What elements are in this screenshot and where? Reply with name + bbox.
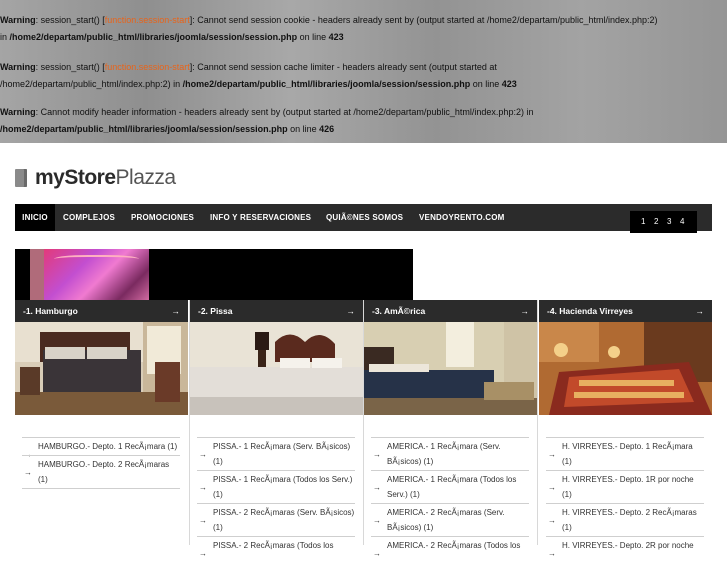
complex-column-america: -3. AmÃ©rica → → AMERICA.- 1 RecÃ¡mara (Se… [364, 300, 537, 558]
list-item[interactable]: → AMERICA.- 2 RecÃ¡maras (Todos los [371, 536, 529, 558]
nav-promociones[interactable]: PROMOCIONES [131, 204, 194, 231]
list-item[interactable]: → H. VIRREYES.- Depto. 1 RecÃ¡mara (1) [546, 437, 704, 470]
arrow-right-icon: → [520, 306, 530, 316]
function-link[interactable]: function.session-start [105, 15, 190, 25]
column-header[interactable]: -1. Hamburgo → [15, 300, 188, 322]
arrow-right-icon: → [695, 306, 705, 316]
arrow-bullet-icon: → [548, 483, 556, 492]
list-item[interactable]: → PISSA.- 2 RecÃ¡maras (Todos los [197, 536, 355, 558]
arrow-bullet-icon: → [548, 516, 556, 525]
list-item[interactable]: → PISSA.- 1 RecÃ¡mara (Serv. BÃ¡sicos) (1… [197, 437, 355, 470]
arrow-bullet-icon: → [373, 450, 381, 459]
pager-2[interactable]: 2 [654, 211, 658, 233]
column-header[interactable]: -3. AmÃ©rica → [364, 300, 537, 322]
list-item[interactable]: → AMERICA.- 2 RecÃ¡maras (Serv. BÃ¡sicos)… [371, 503, 529, 536]
room-photo [364, 322, 537, 415]
arrow-right-icon: → [346, 306, 356, 316]
room-photo [190, 322, 363, 415]
banner-strip [30, 249, 44, 300]
room-list: → H. VIRREYES.- Depto. 1 RecÃ¡mara (1) → H… [546, 437, 704, 558]
complex-column-hamburgo: -1. Hamburgo → → HAMBURGO.- Depto. 1 RecÃ¡… [15, 300, 188, 545]
slide-pager: 1 2 3 4 [630, 211, 697, 233]
site-logo[interactable]: myStore Plazza [15, 166, 176, 190]
list-item[interactable]: → H. VIRREYES.- Depto. 2 RecÃ¡maras (1) [546, 503, 704, 536]
column-divider [537, 300, 538, 545]
nav-info-reservaciones[interactable]: INFO Y RESERVACIONES [210, 204, 311, 231]
column-header[interactable]: -4. Hacienda Virreyes → [539, 300, 712, 322]
room-list: → PISSA.- 1 RecÃ¡mara (Serv. BÃ¡sicos) (1… [197, 437, 355, 558]
arrow-bullet-icon: → [199, 549, 207, 558]
room-list: → HAMBURGO.- Depto. 1 RecÃ¡mara (1) → HAMB… [22, 437, 180, 489]
nav-vendoyrento[interactable]: VENDOYRENTO.COM [419, 204, 505, 231]
list-item[interactable]: → AMERICA.- 1 RecÃ¡mara (Todos los Serv.)… [371, 470, 529, 503]
room-photo [539, 322, 712, 415]
arrow-bullet-icon: → [373, 516, 381, 525]
room-list: → AMERICA.- 1 RecÃ¡mara (Serv. BÃ¡sicos) … [371, 437, 529, 558]
php-error-block: Warning: session_start() [function.sessi… [0, 0, 727, 143]
store-bag-icon [15, 169, 27, 187]
function-link[interactable]: function.session-start [105, 62, 190, 72]
banner-slideshow[interactable] [15, 249, 413, 300]
list-item[interactable]: → PISSA.- 2 RecÃ¡maras (Serv. BÃ¡sicos) (… [197, 503, 355, 536]
pager-3[interactable]: 3 [667, 211, 671, 233]
arrow-bullet-icon: → [548, 450, 556, 459]
list-item[interactable]: → H. VIRREYES.- Depto. 2R por noche [546, 536, 704, 558]
complex-column-pissa: -2. Pissa → → PISSA.- 1 RecÃ¡mara (Serv. B… [190, 300, 363, 558]
room-photo [15, 322, 188, 415]
arrow-bullet-icon: → [373, 483, 381, 492]
nav-complejos[interactable]: COMPLEJOS [63, 204, 115, 231]
php-warning-3: Warning: Cannot modify header informatio… [0, 107, 534, 134]
list-item[interactable]: → HAMBURGO.- Depto. 2 RecÃ¡maras (1) [22, 455, 180, 489]
arrow-bullet-icon: → [24, 468, 32, 477]
banner-image [44, 249, 149, 300]
nav-quienes-somos[interactable]: QUIÃ©NES SOMOS [326, 204, 403, 231]
php-warning-2: Warning: session_start() [function.sessi… [0, 62, 517, 89]
pager-4[interactable]: 4 [680, 211, 684, 233]
column-header[interactable]: -2. Pissa → [190, 300, 363, 322]
list-item[interactable]: → PISSA.- 1 RecÃ¡mara (Todos los Serv.) (… [197, 470, 355, 503]
main-nav: INICIO COMPLEJOS PROMOCIONES INFO Y RESE… [15, 204, 712, 231]
arrow-bullet-icon: → [199, 516, 207, 525]
php-warning-1: Warning: session_start() [function.sessi… [0, 15, 658, 42]
list-item[interactable]: → HAMBURGO.- Depto. 1 RecÃ¡mara (1) [22, 437, 180, 459]
arrow-bullet-icon: → [548, 549, 556, 558]
nav-inicio[interactable]: INICIO [15, 204, 55, 231]
arrow-bullet-icon: → [373, 549, 381, 558]
list-item[interactable]: → AMERICA.- 1 RecÃ¡mara (Serv. BÃ¡sicos) … [371, 437, 529, 470]
pager-1[interactable]: 1 [641, 211, 645, 233]
list-item[interactable]: → H. VIRREYES.- Depto. 1R por noche (1) [546, 470, 704, 503]
arrow-bullet-icon: → [199, 483, 207, 492]
arrow-right-icon: → [171, 306, 181, 316]
complex-column-hacienda-virreyes: -4. Hacienda Virreyes → → H. VIRREYES.- De… [539, 300, 712, 558]
arrow-bullet-icon: → [199, 450, 207, 459]
